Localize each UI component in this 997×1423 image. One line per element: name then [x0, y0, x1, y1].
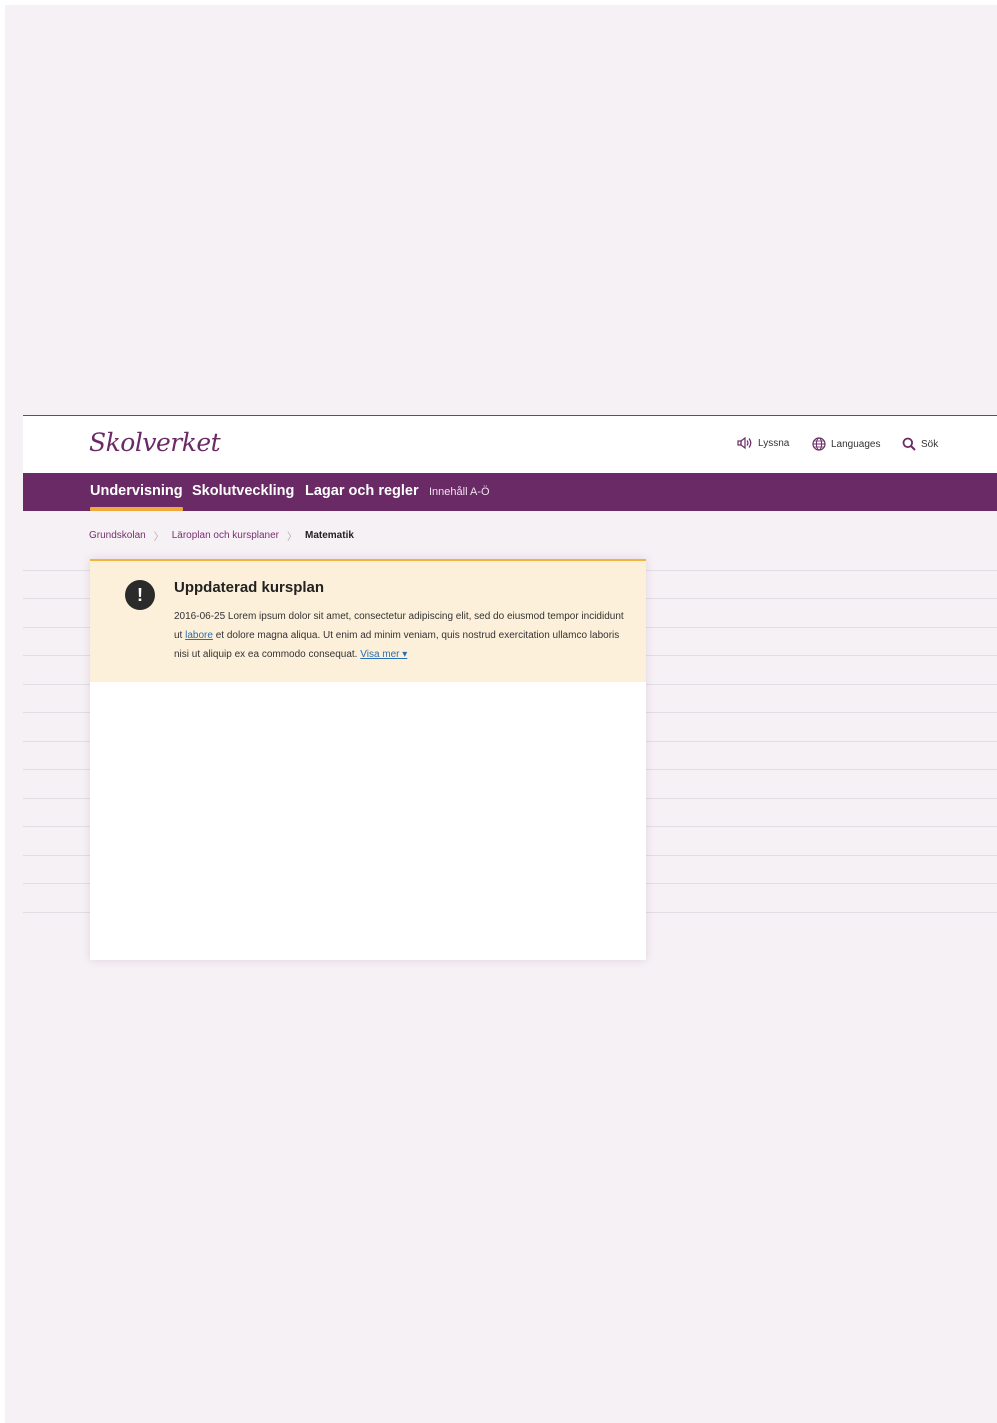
search-icon	[902, 437, 916, 451]
show-more-link[interactable]: Visa mer ▾	[360, 649, 407, 660]
search-label: Sök	[921, 438, 939, 450]
skolverket-logo[interactable]: Skolverket	[89, 428, 221, 457]
speaker-icon	[737, 437, 752, 449]
nav-item-skolutveckling[interactable]: Skolutveckling	[192, 473, 294, 511]
notice-title: Uppdaterad kursplan	[174, 579, 325, 596]
top-header: Skolverket Lyssna Languages Sök	[23, 415, 997, 473]
content-card: ! Uppdaterad kursplan 2016-06-25 Lorem i…	[90, 559, 646, 960]
breadcrumb-item-laroplan[interactable]: Läroplan och kursplaner	[172, 530, 279, 541]
nav-item-lagar-och-regler[interactable]: Lagar och regler	[305, 473, 419, 511]
main-navigation: Undervisning Skolutveckling Lagar och re…	[23, 473, 997, 511]
breadcrumb: Grundskolan 〉 Läroplan och kursplaner 〉 …	[89, 528, 354, 543]
notice-text: 2016-06-25 Lorem ipsum dolor sit amet, c…	[174, 607, 629, 664]
chevron-right-icon: 〉	[287, 532, 297, 543]
languages-button[interactable]: Languages	[812, 437, 881, 451]
listen-button[interactable]: Lyssna	[737, 437, 789, 449]
nav-item-innehall-a-o[interactable]: Innehåll A-Ö	[429, 473, 490, 511]
languages-label: Languages	[831, 438, 881, 450]
page-frame: Skolverket Lyssna Languages Sök Undervis…	[23, 415, 997, 960]
listen-label: Lyssna	[758, 437, 790, 449]
chevron-right-icon: 〉	[153, 532, 164, 543]
search-button[interactable]: Sök	[902, 437, 938, 451]
breadcrumb-item-current: Matematik	[305, 530, 354, 541]
breadcrumb-item-grundskolan[interactable]: Grundskolan	[89, 530, 146, 541]
globe-icon	[812, 437, 826, 451]
nav-item-undervisning[interactable]: Undervisning	[90, 473, 183, 511]
labore-link[interactable]: labore	[185, 630, 213, 641]
exclamation-icon: !	[125, 580, 155, 610]
update-notice: ! Uppdaterad kursplan 2016-06-25 Lorem i…	[90, 559, 646, 682]
